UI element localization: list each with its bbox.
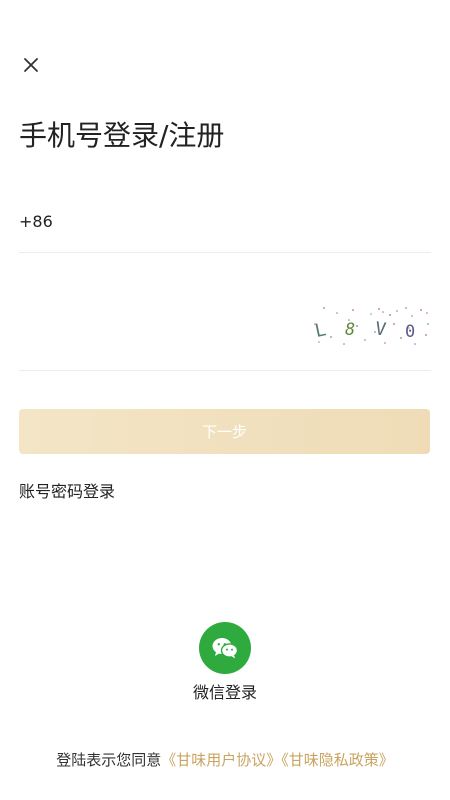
login-page: 手机号登录/注册 +86 L 8 V 0 下一步 账号密码登录 微信登录 登陆表…	[0, 0, 450, 800]
captcha-image[interactable]: L 8 V 0	[309, 304, 431, 350]
phone-field-row: +86	[19, 190, 431, 253]
close-icon[interactable]	[18, 52, 44, 78]
agreement-text: 登陆表示您同意《甘味用户协议》《甘味隐私政策》	[0, 748, 450, 772]
phone-input[interactable]	[66, 201, 431, 241]
password-login-link[interactable]: 账号密码登录	[19, 481, 115, 503]
privacy-policy-link[interactable]: 《甘味隐私政策》	[281, 751, 394, 769]
wechat-icon[interactable]	[199, 622, 251, 674]
svg-text:L: L	[313, 319, 328, 342]
wechat-login: 微信登录	[0, 622, 450, 704]
next-step-button[interactable]: 下一步	[19, 409, 430, 454]
agreement-prefix: 登陆表示您同意	[56, 751, 162, 769]
user-agreement-link[interactable]: 《甘味用户协议》	[161, 751, 281, 769]
svg-text:0: 0	[405, 322, 415, 342]
page-title: 手机号登录/注册	[19, 119, 225, 152]
svg-text:V: V	[374, 318, 388, 340]
country-code[interactable]: +86	[19, 212, 53, 231]
captcha-field-row: L 8 V 0	[19, 290, 431, 371]
wechat-login-label: 微信登录	[192, 683, 257, 702]
svg-text:8: 8	[345, 320, 355, 340]
